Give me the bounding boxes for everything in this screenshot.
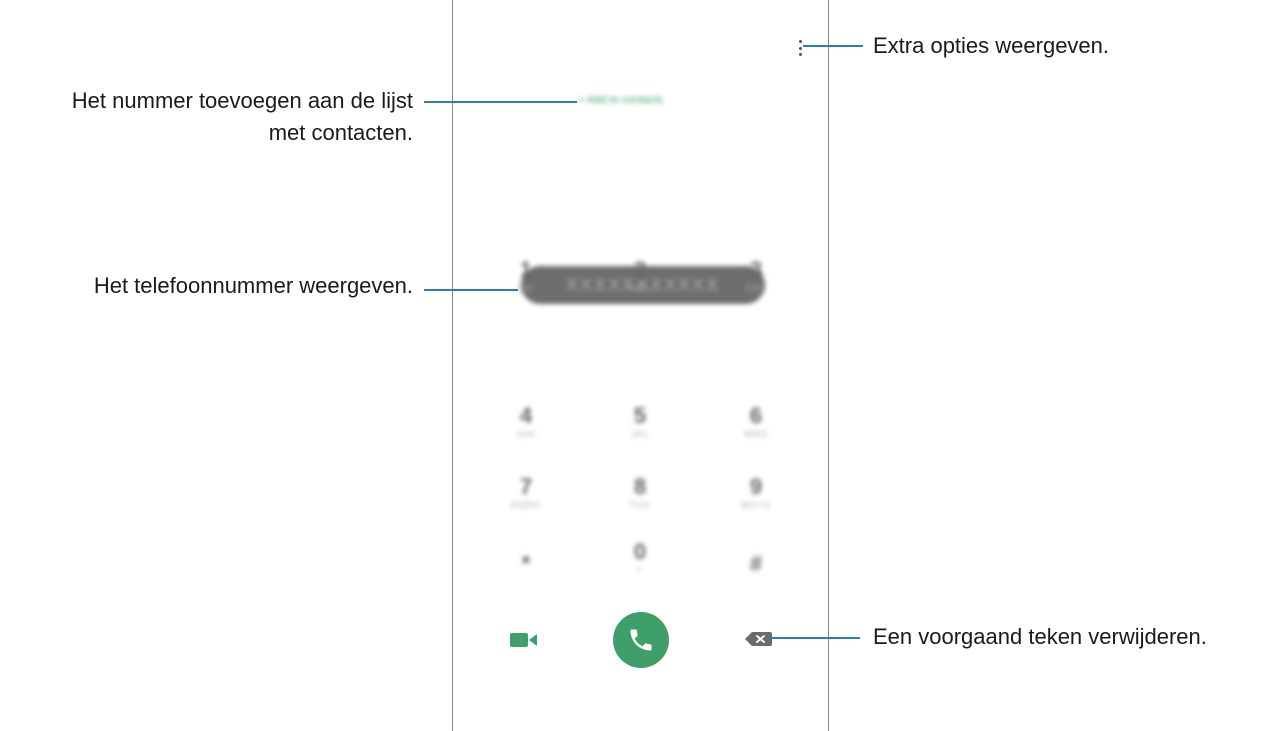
key-number: 7 bbox=[519, 474, 533, 499]
key-9[interactable]: 9 WXYZ bbox=[716, 475, 796, 511]
key-number: 5 bbox=[633, 403, 647, 428]
key-number: * bbox=[521, 551, 531, 576]
callout-line-number bbox=[424, 289, 518, 291]
key-letters: ABC bbox=[629, 283, 651, 293]
callout-add-to-contacts: Het nummer toevoegen aan de lijst met co… bbox=[72, 85, 413, 149]
key-number: # bbox=[749, 551, 763, 576]
key-5[interactable]: 5 JKL bbox=[600, 404, 680, 440]
key-number: 4 bbox=[519, 403, 533, 428]
key-7[interactable]: 7 PQRS bbox=[486, 475, 566, 511]
backspace-icon[interactable] bbox=[743, 629, 773, 649]
key-letters: QO bbox=[517, 283, 534, 293]
add-to-contacts-link[interactable]: + Add to contacts bbox=[578, 94, 663, 106]
callout-delete-char: Een voorgaand teken verwijderen. bbox=[873, 624, 1207, 649]
callout-more-options: Extra opties weergeven. bbox=[873, 33, 1110, 58]
callout-line-more-options bbox=[803, 45, 863, 47]
key-letters: WXYZ bbox=[741, 500, 771, 510]
callout-line-add-contacts bbox=[424, 101, 577, 103]
key-number: 1 bbox=[519, 257, 533, 282]
callout-add-to-contacts-line1: Het nummer toevoegen aan de lijst bbox=[71, 88, 413, 113]
key-number: 2 bbox=[633, 257, 647, 282]
call-button[interactable] bbox=[613, 612, 669, 668]
key-star[interactable]: * bbox=[486, 552, 566, 588]
key-0[interactable]: 0 + bbox=[600, 540, 680, 576]
key-number: 3 bbox=[749, 257, 763, 282]
key-number: 9 bbox=[749, 474, 763, 499]
key-2[interactable]: 2 ABC bbox=[600, 258, 680, 294]
key-letters bbox=[486, 576, 566, 588]
callout-view-number: Het telefoonnummer weergeven. bbox=[93, 273, 413, 298]
phone-icon bbox=[630, 629, 652, 651]
key-hash[interactable]: # bbox=[716, 552, 796, 588]
key-letters bbox=[716, 576, 796, 588]
key-letters: TUV bbox=[629, 500, 651, 510]
video-call-icon[interactable] bbox=[509, 630, 539, 650]
key-3[interactable]: 3 DEF bbox=[716, 258, 796, 294]
key-number: 0 bbox=[633, 539, 647, 564]
key-letters: DEF bbox=[745, 283, 767, 293]
callout-add-to-contacts-line2: met contacten. bbox=[268, 120, 413, 145]
key-6[interactable]: 6 MNO bbox=[716, 404, 796, 440]
more-options-icon[interactable] bbox=[796, 38, 804, 58]
key-letters: MNO bbox=[744, 429, 768, 439]
callout-line-delete bbox=[769, 637, 860, 639]
key-number: 8 bbox=[633, 474, 647, 499]
key-number: 6 bbox=[749, 403, 763, 428]
key-letters: PQRS bbox=[511, 500, 541, 510]
key-letters: + bbox=[636, 565, 644, 575]
key-8[interactable]: 8 TUV bbox=[600, 475, 680, 511]
phone-screen: + Add to contacts XXXXXXXXXXX 1 QO 2 ABC… bbox=[452, 0, 829, 731]
key-letters: JKL bbox=[630, 429, 650, 439]
key-letters: GHI bbox=[516, 429, 536, 439]
key-4[interactable]: 4 GHI bbox=[486, 404, 566, 440]
